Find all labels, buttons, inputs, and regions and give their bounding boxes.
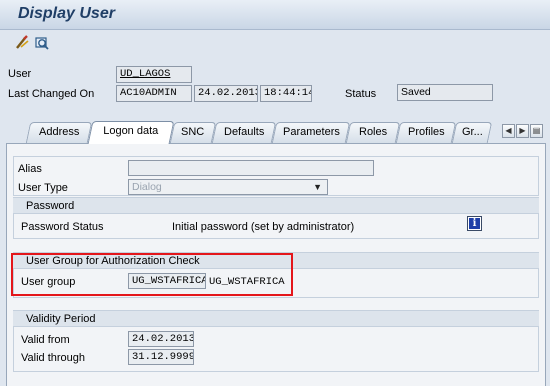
alias-label: Alias	[18, 163, 42, 175]
edit-icon[interactable]	[14, 35, 30, 51]
tab-snc[interactable]: SNC	[169, 122, 217, 143]
status-label: Status	[345, 88, 377, 100]
password-status-value: Initial password (set by administrator)	[172, 221, 355, 233]
user-type-select[interactable]: Dialog ▼	[128, 179, 328, 195]
tab-parameters[interactable]: Parameters	[271, 122, 351, 143]
alias-field[interactable]	[128, 160, 374, 176]
tab-defaults[interactable]: Defaults	[211, 122, 277, 143]
changed-time-field[interactable]: 18:44:14	[260, 85, 312, 102]
user-type-value: Dialog	[132, 181, 162, 193]
status-field[interactable]: Saved	[397, 84, 493, 101]
tab-groups[interactable]: Gr...	[451, 122, 493, 143]
tab-strip: Address Logon data SNC Defaults Paramete…	[14, 121, 498, 144]
title-bar: Display User	[0, 0, 550, 30]
valid-through-label: Valid through	[21, 352, 86, 364]
validity-group-title: Validity Period	[26, 313, 96, 325]
tab-scroll-right-icon[interactable]: ▶	[516, 124, 529, 138]
tab-address[interactable]: Address	[25, 122, 93, 143]
display-other-icon[interactable]	[34, 35, 50, 51]
chevron-down-icon[interactable]: ▼	[313, 180, 322, 194]
validity-group-header: Validity Period	[13, 310, 539, 327]
user-label: User	[8, 68, 32, 80]
user-field[interactable]: UD_LAGOS	[116, 66, 192, 83]
password-group-title: Password	[26, 200, 75, 212]
tab-logon-data[interactable]: Logon data	[87, 121, 175, 144]
info-icon[interactable]: i	[467, 216, 482, 231]
tab-roles[interactable]: Roles	[345, 122, 401, 143]
page-title: Display User	[18, 5, 115, 22]
password-group-header: Password	[13, 197, 539, 214]
valid-from-field[interactable]: 24.02.2013	[128, 331, 194, 347]
tab-profiles[interactable]: Profiles	[395, 122, 457, 143]
tab-scroll-left-icon[interactable]: ◀	[502, 124, 515, 138]
changed-by-field[interactable]: AC10ADMIN	[116, 85, 192, 102]
application-toolbar	[0, 30, 550, 56]
tab-list-icon[interactable]: ▤	[530, 124, 543, 138]
valid-through-field[interactable]: 31.12.9999	[128, 349, 194, 365]
highlight-frame	[11, 253, 293, 296]
last-changed-label: Last Changed On	[8, 88, 95, 100]
valid-from-label: Valid from	[21, 334, 70, 346]
user-type-label: User Type	[18, 182, 68, 194]
changed-date-field[interactable]: 24.02.2013	[194, 85, 258, 102]
password-status-label: Password Status	[21, 221, 104, 233]
